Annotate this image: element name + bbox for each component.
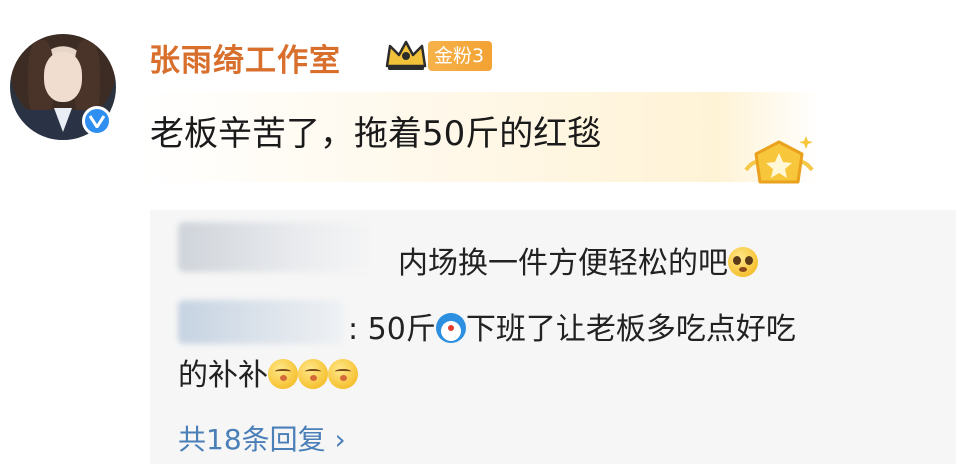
kissing-face-emoji bbox=[328, 359, 358, 389]
view-replies-link[interactable]: 共18条回复 › bbox=[178, 418, 346, 458]
post-text: 老板辛苦了，拖着50斤的红毯 bbox=[150, 114, 602, 154]
pleading-face-emoji bbox=[728, 247, 758, 277]
comment-2-line2: 的补补 bbox=[178, 350, 358, 394]
comment-2: : 50斤 下班了让老板多吃点好吃 bbox=[348, 304, 796, 348]
fan-level-badge[interactable]: 金粉3 bbox=[428, 41, 493, 71]
comment-2-text-part1: : 50斤 bbox=[348, 312, 436, 347]
comment-2-text-line2: 的补补 bbox=[178, 358, 268, 393]
crown-icon bbox=[385, 40, 427, 70]
comment-1: 内场换一件方便轻松的吧 bbox=[398, 238, 758, 282]
blurred-username-1 bbox=[178, 222, 378, 272]
doraemon-emoji bbox=[435, 313, 466, 343]
comment-1-text: 内场换一件方便轻松的吧 bbox=[398, 246, 728, 281]
username[interactable]: 张雨绮工作室 bbox=[149, 35, 341, 80]
kissing-face-emoji bbox=[268, 359, 298, 389]
blurred-username-2 bbox=[178, 300, 343, 344]
comment-2-text-part2: 下班了让老板多吃点好吃 bbox=[465, 312, 796, 347]
kissing-face-emoji bbox=[298, 359, 328, 389]
verified-badge-icon bbox=[82, 106, 112, 136]
star-badge-icon bbox=[744, 136, 814, 184]
